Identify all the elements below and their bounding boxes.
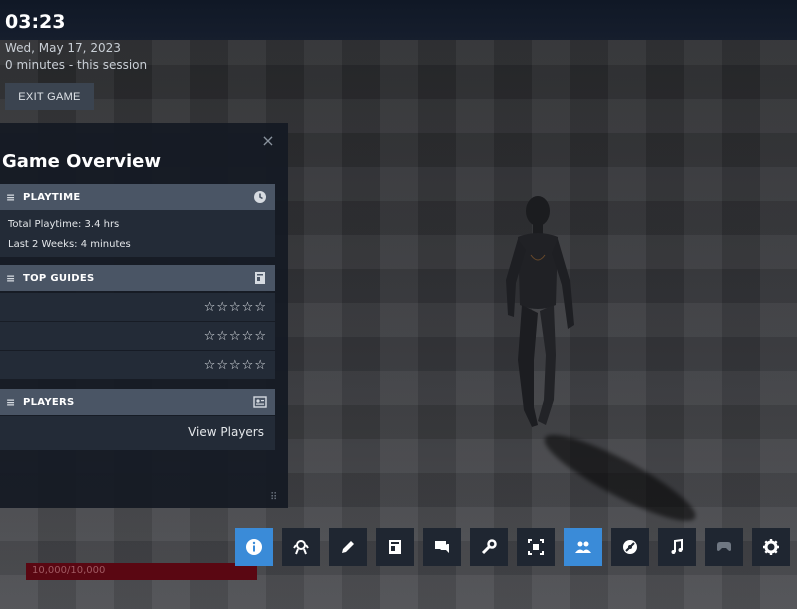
- toolbar-screenshot-button[interactable]: [517, 528, 555, 566]
- resize-grip-icon[interactable]: ⠿: [270, 492, 284, 506]
- health-bar: 10,000/10,000: [26, 563, 257, 580]
- info-icon: [246, 539, 262, 555]
- current-date: Wed, May 17, 2023: [5, 41, 121, 55]
- wrench-icon: [481, 539, 497, 555]
- drag-handle-icon[interactable]: ≡: [6, 396, 20, 409]
- players-header-label: PLAYERS: [23, 396, 75, 408]
- toolbar-achievements-button[interactable]: [282, 528, 320, 566]
- players-card-icon: [253, 396, 267, 408]
- guides-book-icon: [389, 540, 401, 554]
- toolbar-guides-button[interactable]: [376, 528, 414, 566]
- toolbar-controller-button[interactable]: [705, 528, 743, 566]
- toolbar-notes-button[interactable]: [329, 528, 367, 566]
- notes-pencil-icon: [342, 541, 354, 553]
- rating-stars: ☆☆☆☆☆: [203, 357, 267, 373]
- recent-playtime: Last 2 Weeks: 4 minutes: [8, 239, 131, 250]
- rating-stars: ☆☆☆☆☆: [203, 328, 267, 344]
- playtime-section-body: Total Playtime: 3.4 hrs Last 2 Weeks: 4 …: [0, 210, 275, 257]
- guides-header-label: TOP GUIDES: [23, 272, 95, 284]
- exit-game-button[interactable]: EXIT GAME: [5, 83, 94, 110]
- players-section-header[interactable]: ≡ PLAYERS: [0, 389, 275, 415]
- health-text: 10,000/10,000: [32, 565, 106, 576]
- friends-icon: [575, 541, 591, 553]
- view-players-link[interactable]: View Players: [188, 425, 264, 439]
- drag-handle-icon[interactable]: ≡: [6, 191, 20, 204]
- chat-icon: [435, 541, 449, 553]
- toolbar-music-button[interactable]: [658, 528, 696, 566]
- players-section-body: View Players: [0, 416, 275, 450]
- toolbar-friends-button[interactable]: [564, 528, 602, 566]
- music-icon: [671, 538, 683, 554]
- achievements-icon: [293, 540, 309, 555]
- guide-row[interactable]: ☆☆☆☆☆: [0, 351, 275, 379]
- clock-icon: [254, 191, 266, 203]
- settings-gear-icon: [763, 539, 779, 555]
- browser-icon: [623, 540, 637, 554]
- guide-row[interactable]: ☆☆☆☆☆: [0, 293, 275, 321]
- panel-title: Game Overview: [2, 151, 162, 172]
- clock-time: 03:23: [5, 11, 66, 33]
- guide-book-icon: [255, 272, 265, 284]
- screenshot-icon: [528, 539, 544, 555]
- session-duration: 0 minutes - this session: [5, 58, 148, 72]
- toolbar-chat-button[interactable]: [423, 528, 461, 566]
- controller-icon: [717, 542, 731, 551]
- drag-handle-icon[interactable]: ≡: [6, 272, 20, 285]
- toolbar-tools-button[interactable]: [470, 528, 508, 566]
- toolbar-browser-button[interactable]: [611, 528, 649, 566]
- guide-row[interactable]: ☆☆☆☆☆: [0, 322, 275, 350]
- toolbar-settings-button[interactable]: [752, 528, 790, 566]
- toolbar-info-button[interactable]: [235, 528, 273, 566]
- close-icon[interactable]: ×: [258, 130, 278, 150]
- guides-section-header[interactable]: ≡ TOP GUIDES: [0, 265, 275, 291]
- character-figure: [506, 196, 574, 427]
- playtime-section-header[interactable]: ≡ PLAYTIME: [0, 184, 275, 210]
- playtime-header-label: PLAYTIME: [23, 191, 81, 203]
- rating-stars: ☆☆☆☆☆: [203, 299, 267, 315]
- total-playtime: Total Playtime: 3.4 hrs: [8, 219, 120, 230]
